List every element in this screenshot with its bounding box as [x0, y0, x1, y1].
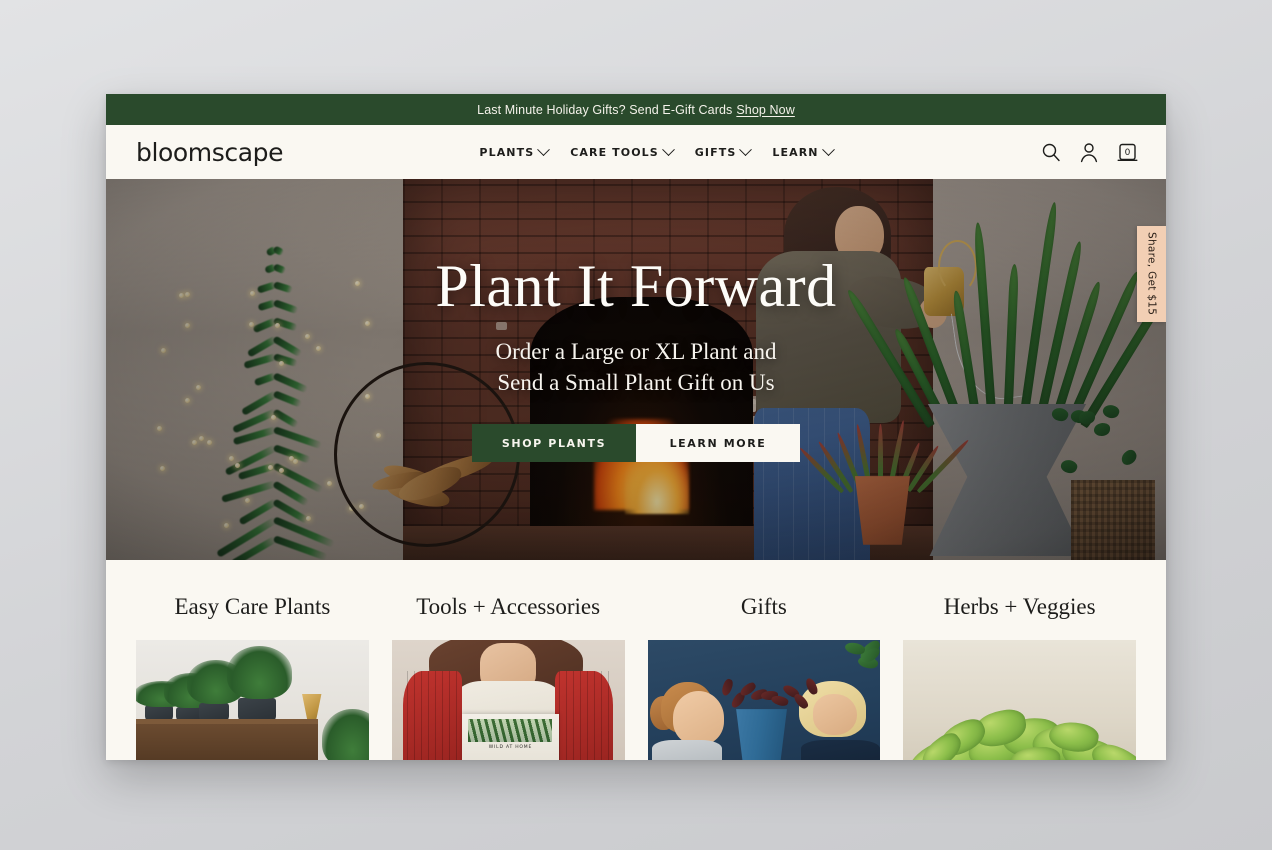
category-grid: Easy Care Plants Tools + Accessories WIL… — [106, 560, 1166, 760]
category-card-herbs-veggies[interactable]: Herbs + Veggies — [903, 594, 1136, 760]
nav-item-learn-label: LEARN — [772, 145, 819, 159]
category-card-tools-accessories[interactable]: Tools + Accessories WILD AT HOME — [391, 594, 625, 760]
hero-title: Plant It Forward — [435, 253, 837, 319]
category-title: Gifts — [740, 594, 787, 619]
header-icon-group: 0 — [1041, 141, 1138, 163]
category-image-herbs-veggies — [903, 640, 1136, 760]
nav-item-plants[interactable]: PLANTS — [479, 142, 551, 159]
category-title: Herbs + Veggies — [943, 594, 1096, 619]
hero-content: Plant It Forward Order a Large or XL Pla… — [106, 179, 1166, 560]
nav-item-care-tools[interactable]: CARE TOOLS — [570, 142, 675, 159]
search-icon[interactable] — [1041, 142, 1061, 162]
category-card-easy-care-plants[interactable]: Easy Care Plants — [136, 594, 369, 760]
red-cardigan-right — [554, 670, 613, 760]
announcement-bar: Last Minute Holiday Gifts? Send E-Gift C… — [106, 94, 1166, 125]
book-cover-title: WILD AT HOME — [488, 745, 533, 751]
cart-icon[interactable]: 0 — [1117, 141, 1138, 163]
nav-item-learn[interactable]: LEARN — [772, 142, 835, 159]
blue-planter — [736, 709, 787, 760]
wild-at-home-book: WILD AT HOME — [461, 714, 560, 760]
hero-subtitle-line1: Order a Large or XL Plant and — [495, 339, 777, 364]
nav-item-gifts[interactable]: GIFTS — [694, 142, 753, 159]
woman-face — [812, 693, 857, 735]
hero-subtitle-line2: Send a Small Plant Gift on Us — [497, 370, 775, 396]
learn-more-button[interactable]: LEARN MORE — [636, 424, 800, 463]
hero-button-group: SHOP PLANTS LEARN MORE — [472, 424, 800, 463]
category-title: Easy Care Plants — [174, 594, 331, 619]
category-image-easy-care-plants — [136, 640, 369, 760]
book-cover-art — [468, 718, 553, 743]
category-card-gifts[interactable]: Gifts — [647, 594, 881, 760]
site-header: bloomscape PLANTS CARE TOOLS GIFTS LEARN — [106, 125, 1166, 179]
red-cardigan-left — [403, 670, 462, 760]
bloomscape-logo[interactable]: bloomscape — [136, 138, 284, 167]
child-body — [652, 739, 722, 760]
shop-plants-button[interactable]: SHOP PLANTS — [472, 424, 636, 463]
basil-leaves — [903, 691, 1136, 760]
announcement-shop-now-link[interactable]: Shop Now — [736, 103, 794, 117]
category-title: Tools + Accessories — [416, 594, 601, 619]
announcement-text: Last Minute Holiday Gifts? Send E-Gift C… — [477, 102, 733, 117]
chevron-down-icon — [537, 142, 551, 156]
woman-body — [801, 739, 881, 760]
hero-banner: Plant It Forward Order a Large or XL Pla… — [106, 179, 1166, 560]
nav-item-gifts-label: GIFTS — [694, 145, 737, 159]
browser-viewport: Last Minute Holiday Gifts? Send E-Gift C… — [106, 94, 1166, 760]
child-face — [673, 691, 725, 745]
share-get-15-tab[interactable]: Share, Get $15 — [1137, 226, 1166, 322]
chevron-down-icon — [821, 142, 835, 156]
account-icon[interactable] — [1079, 142, 1099, 163]
chevron-down-icon — [661, 142, 675, 156]
cart-count-badge: 0 — [1124, 147, 1131, 158]
wooden-shelf — [136, 724, 318, 760]
gold-watering-can-icon — [302, 693, 322, 722]
nav-item-care-tools-label: CARE TOOLS — [570, 145, 659, 159]
nav-item-plants-label: PLANTS — [479, 145, 535, 159]
share-tab-label: Share, Get $15 — [1145, 232, 1158, 316]
main-navigation: PLANTS CARE TOOLS GIFTS LEARN — [439, 142, 835, 159]
category-image-tools-accessories: WILD AT HOME — [391, 640, 625, 760]
calathea-plant — [720, 658, 819, 711]
hero-subtitle: Order a Large or XL Plant and Send a Sma… — [495, 336, 776, 398]
category-image-gifts — [647, 640, 881, 760]
chevron-down-icon — [739, 142, 753, 156]
